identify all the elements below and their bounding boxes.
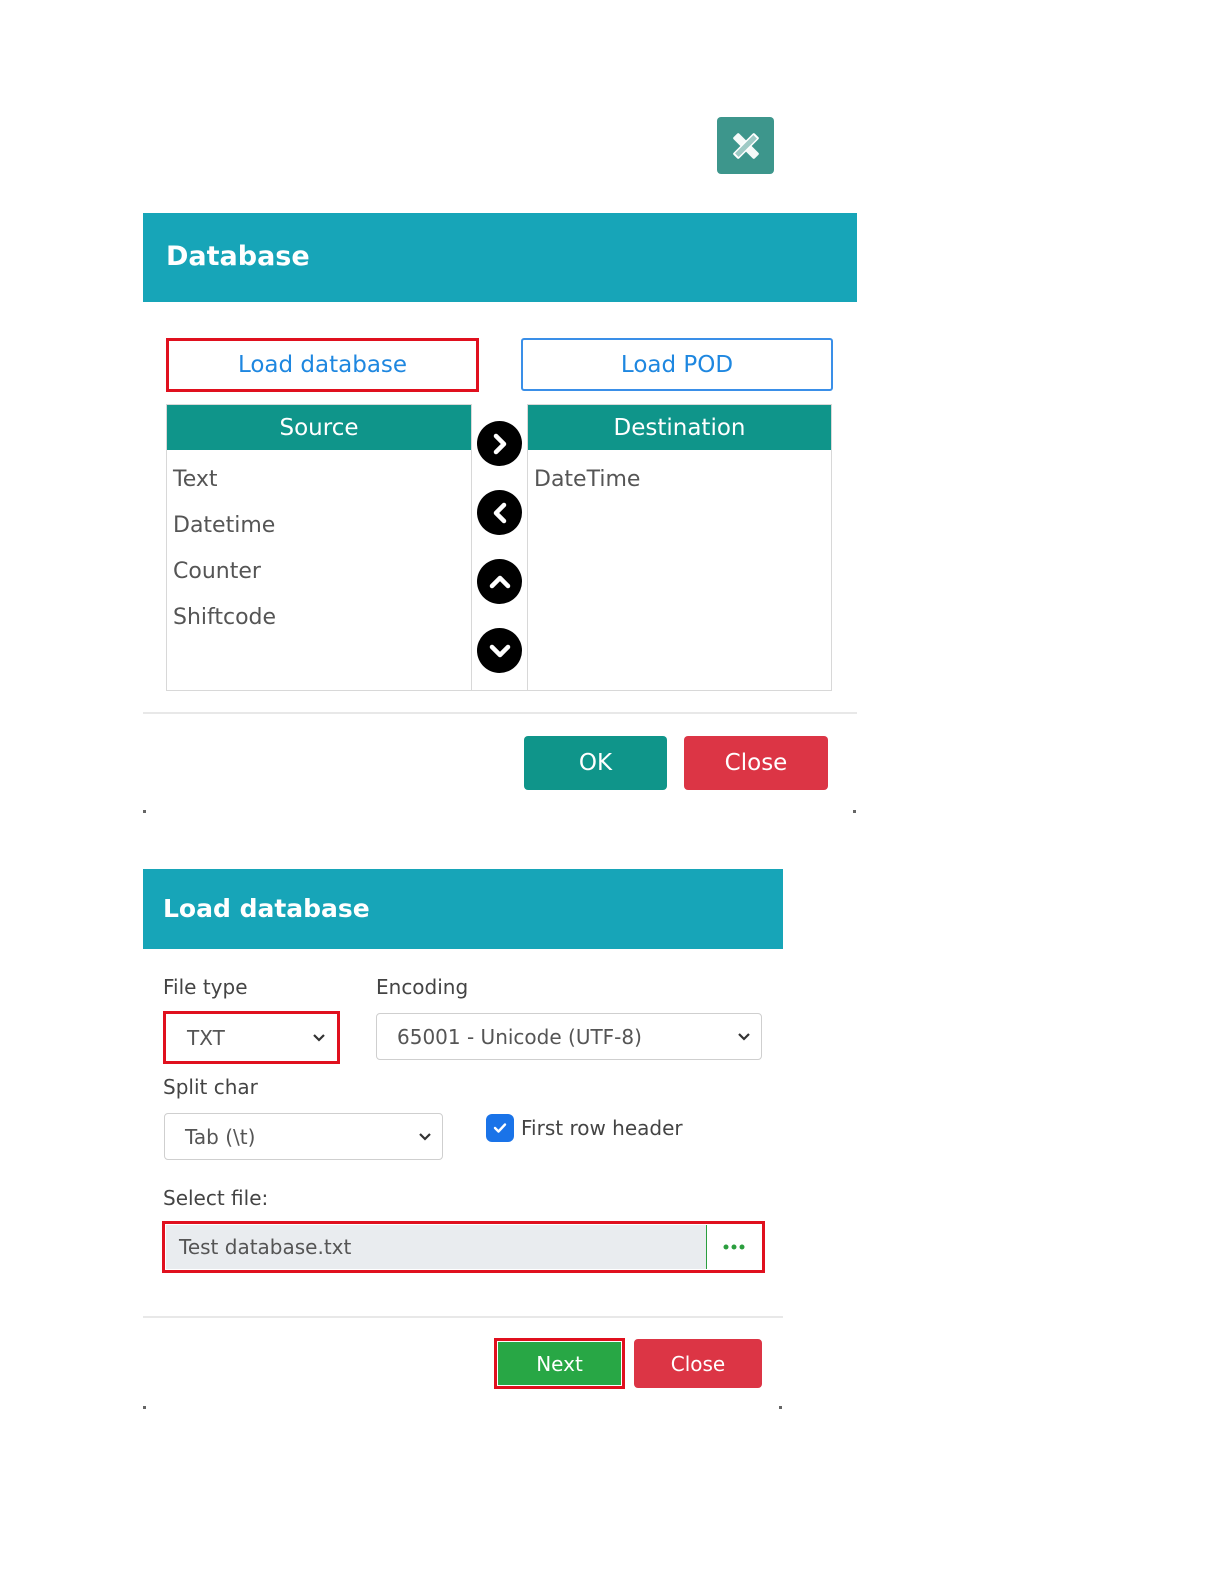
next-button[interactable]: Next [498,1342,621,1385]
move-right-icon[interactable] [477,421,522,466]
chevron-down-icon [738,1032,750,1041]
chevron-down-icon [419,1132,431,1141]
dialog-corner [853,810,856,813]
encoding-select[interactable]: 65001 - Unicode (UTF-8) [376,1013,762,1060]
source-item-datetime[interactable]: Datetime [167,502,471,548]
dialog-corner [143,1406,146,1409]
load-database-button[interactable]: Load database [166,338,479,392]
move-left-icon[interactable] [477,490,522,535]
move-up-icon[interactable] [477,559,522,604]
dialog-corner [143,810,146,813]
ok-button[interactable]: OK [524,736,667,790]
checkmark-icon [493,1123,507,1133]
source-item-shiftcode[interactable]: Shiftcode [167,594,471,640]
first-row-header-label[interactable]: First row header [521,1116,683,1140]
destination-header: Destination [528,405,831,450]
browse-button[interactable] [706,1225,761,1269]
load-pod-button[interactable]: Load POD [521,338,833,391]
select-file-label: Select file: [163,1186,269,1210]
source-item-text[interactable]: Text [167,456,471,502]
footer-divider [143,1316,783,1318]
first-row-header-checkbox[interactable] [486,1114,514,1142]
source-item-counter[interactable]: Counter [167,548,471,594]
file-type-label: File type [163,975,248,999]
footer-divider [143,712,857,714]
split-char-label: Split char [163,1075,258,1099]
encoding-label: Encoding [376,975,469,999]
dialog-corner [779,1406,782,1409]
pencil-ruler-icon[interactable] [717,117,774,174]
chevron-down-icon [313,1033,325,1042]
encoding-value: 65001 - Unicode (UTF-8) [397,1024,642,1049]
source-list: Source Text Datetime Counter Shiftcode [166,404,472,691]
close-button[interactable]: Close [684,736,828,790]
load-database-dialog-title: Load database [143,869,783,949]
move-down-icon[interactable] [477,628,522,673]
close-button[interactable]: Close [634,1339,762,1388]
source-header: Source [167,405,471,450]
database-dialog-title: Database [143,213,857,302]
destination-item-datetime[interactable]: DateTime [528,456,831,502]
file-path-input[interactable]: Test database.txt [166,1225,706,1269]
destination-list: Destination DateTime [527,404,832,691]
split-char-select[interactable]: Tab (\t) [164,1113,443,1160]
ellipsis-icon [723,1244,745,1250]
split-char-value: Tab (\t) [185,1124,256,1149]
file-type-value: TXT [187,1025,225,1050]
file-type-select[interactable]: TXT [167,1015,336,1060]
